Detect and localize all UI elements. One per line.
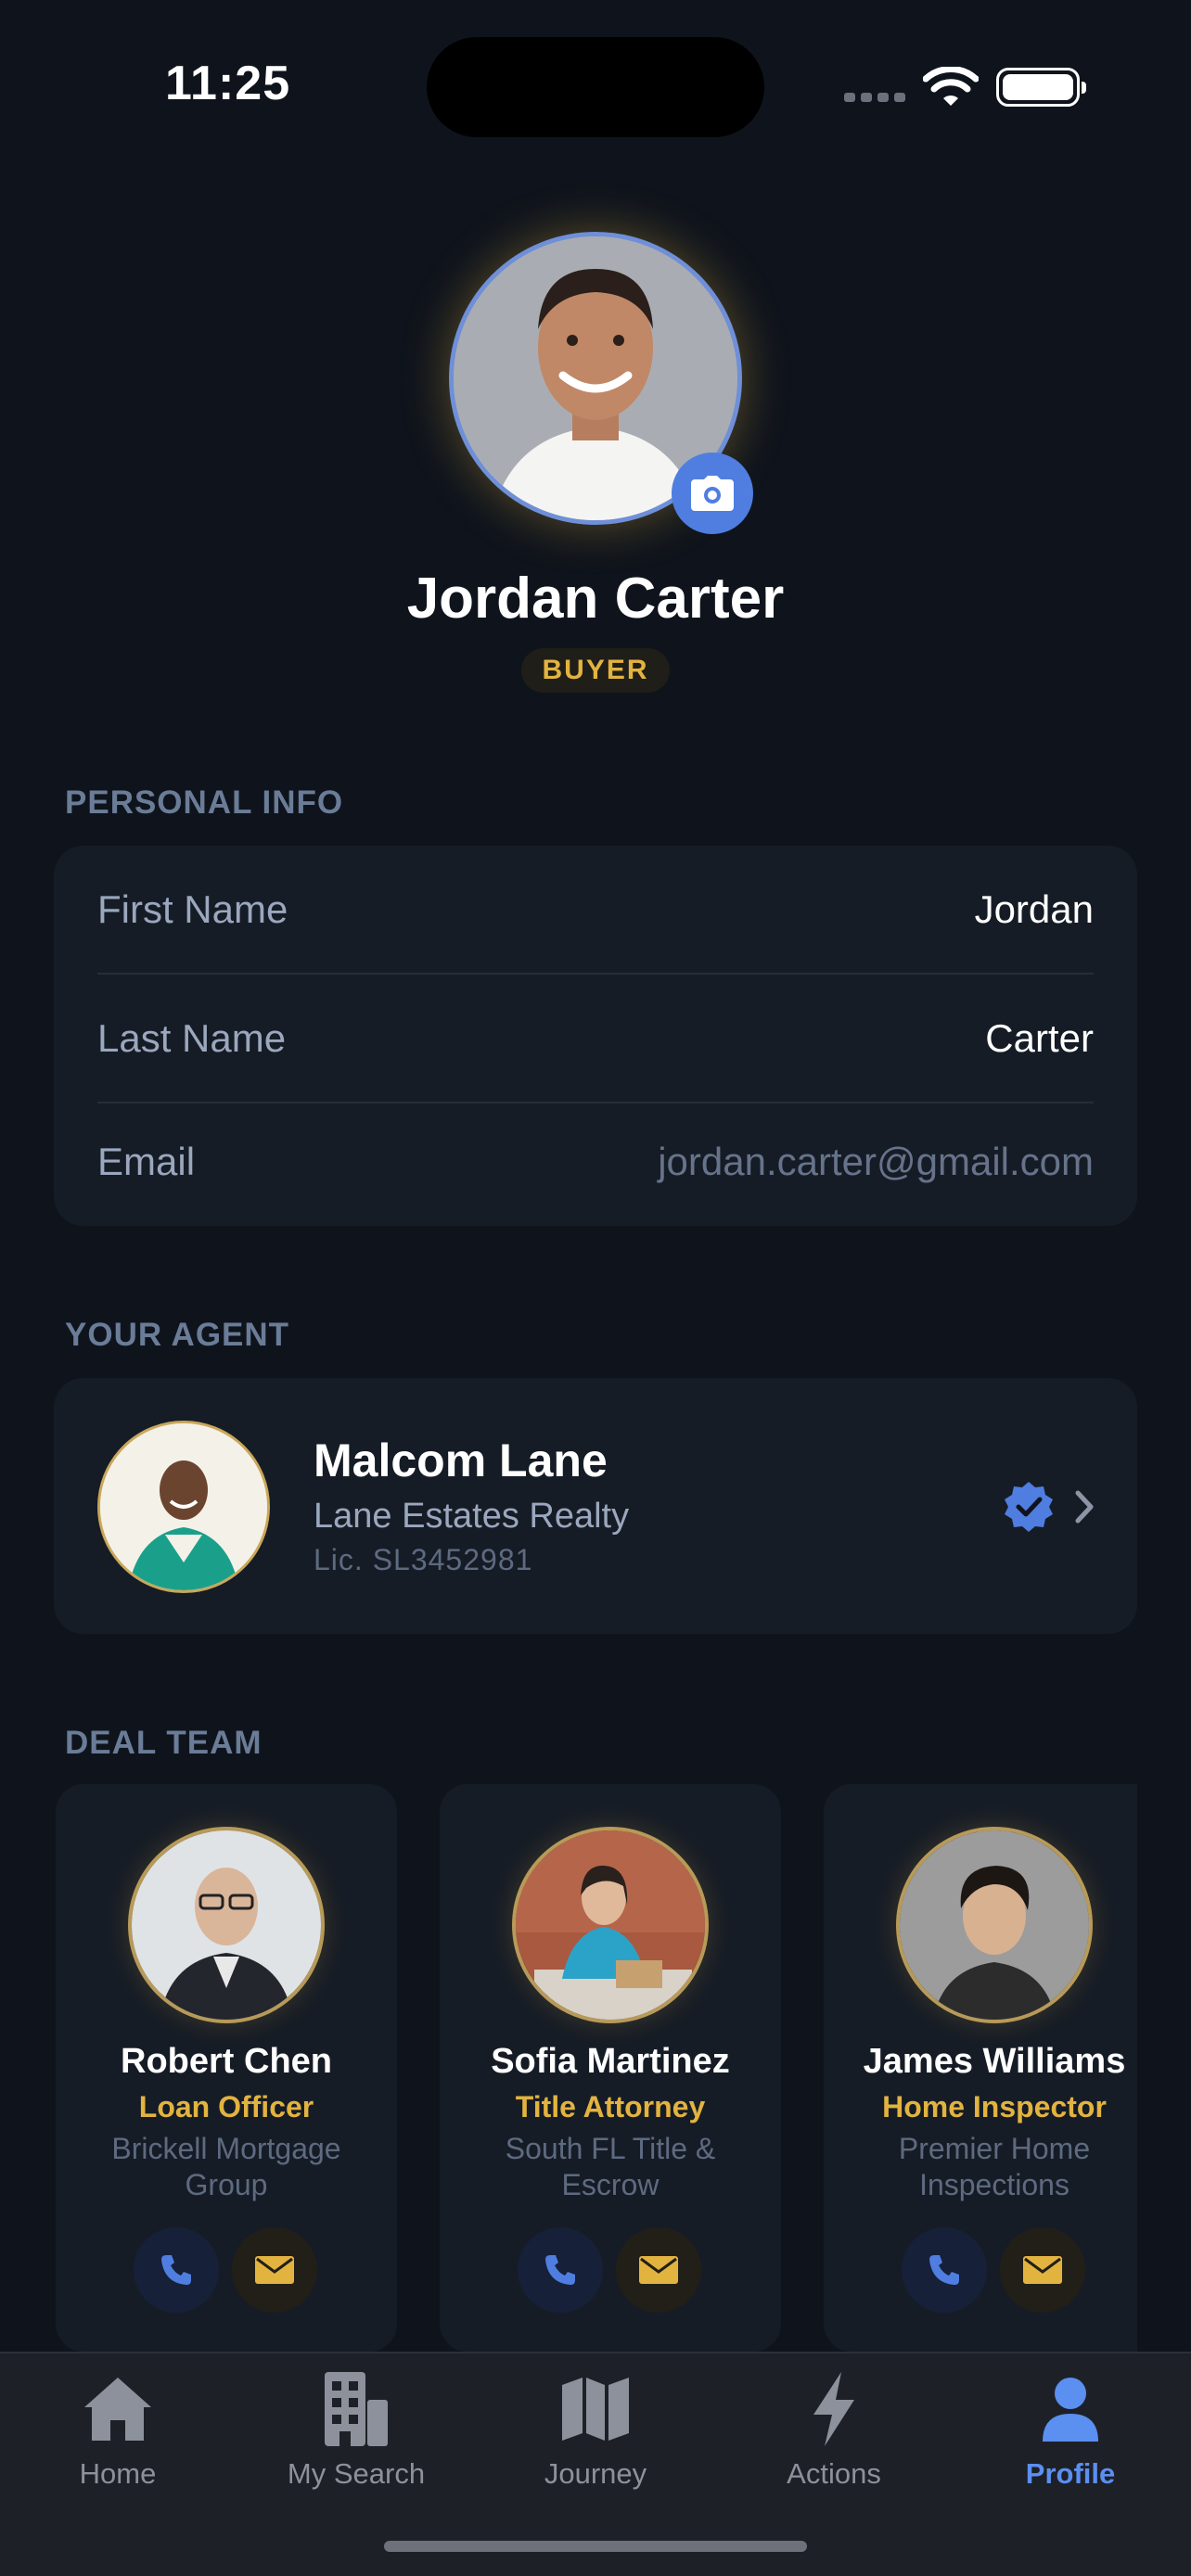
team-member-company: Brickell Mortgage Group	[111, 2132, 341, 2201]
email-button[interactable]	[232, 2227, 317, 2313]
agent-license: Lic. SL3452981	[314, 1543, 533, 1576]
your-agent-label: YOUR AGENT	[65, 1317, 290, 1353]
cellular-signal-icon	[844, 93, 905, 102]
map-icon	[562, 2378, 629, 2441]
wifi-icon	[923, 67, 979, 106]
call-button[interactable]	[902, 2227, 987, 2313]
tab-profile[interactable]: Profile	[978, 2370, 1163, 2491]
team-member-card[interactable]: Robert Chen Loan Officer Brickell Mortga…	[56, 1784, 397, 2352]
chevron-right-icon	[1075, 1490, 1094, 1524]
tab-my-search-label: My Search	[287, 2457, 426, 2490]
call-button[interactable]	[134, 2227, 219, 2313]
email-value: jordan.carter@gmail.com	[658, 1140, 1094, 1183]
agent-company: Lane Estates Realty	[314, 1497, 630, 1536]
last-name-value: Carter	[985, 1016, 1094, 1060]
email-button[interactable]	[616, 2227, 701, 2313]
role-badge: BUYER	[521, 648, 670, 693]
team-member-role: Home Inspector	[882, 2090, 1107, 2123]
bolt-icon	[813, 2372, 854, 2446]
team-member-actions	[134, 2227, 317, 2313]
first-name-label: First Name	[97, 887, 288, 931]
last-name-label: Last Name	[97, 1016, 287, 1060]
person-icon	[1043, 2378, 1098, 2442]
team-member-card[interactable]: Sofia Martinez Title Attorney South FL T…	[440, 1784, 781, 2352]
tab-journey[interactable]: Journey	[503, 2370, 688, 2491]
team-member-actions	[518, 2227, 701, 2313]
team-member-name: James Williams	[863, 2042, 1126, 2081]
team-member-actions	[902, 2227, 1085, 2313]
team-member-avatar	[512, 1827, 709, 2023]
battery-icon	[996, 68, 1086, 107]
tab-my-search[interactable]: My Search	[263, 2370, 449, 2491]
team-member-card[interactable]: James Williams Home Inspector Premier Ho…	[824, 1784, 1137, 2352]
personal-info-label: PERSONAL INFO	[65, 784, 344, 821]
house-icon	[84, 2378, 151, 2441]
team-member-avatar	[896, 1827, 1093, 2023]
agent-card[interactable]: Malcom Lane Lane Estates Realty Lic. SL3…	[54, 1378, 1137, 1634]
first-name-row[interactable]: First Name Jordan	[97, 846, 1094, 974]
team-member-company: Premier Home Inspections	[898, 2132, 1091, 2201]
envelope-icon	[1023, 2256, 1062, 2284]
camera-icon	[691, 476, 734, 511]
first-name-value: Jordan	[974, 887, 1094, 931]
team-member-company: South FL Title & Escrow	[505, 2132, 716, 2201]
phone-icon	[929, 2255, 959, 2285]
deal-team-carousel[interactable]: Robert Chen Loan Officer Brickell Mortga…	[54, 1784, 1137, 2352]
building-icon	[325, 2372, 388, 2446]
envelope-icon	[639, 2256, 678, 2284]
phone-icon	[545, 2255, 575, 2285]
agent-avatar	[97, 1421, 270, 1593]
team-member-name: Sofia Martinez	[491, 2042, 730, 2081]
dynamic-island	[427, 37, 764, 137]
tab-profile-label: Profile	[1025, 2457, 1116, 2490]
phone-icon	[161, 2255, 191, 2285]
email-row: Email jordan.carter@gmail.com	[97, 1098, 1094, 1226]
email-label: Email	[97, 1140, 196, 1183]
status-time: 11:25	[165, 57, 291, 110]
team-member-name: Robert Chen	[121, 2042, 332, 2081]
tab-actions-label: Actions	[787, 2457, 881, 2490]
home-indicator[interactable]	[384, 2541, 807, 2552]
team-member-role: Title Attorney	[515, 2090, 706, 2123]
tab-actions[interactable]: Actions	[741, 2370, 927, 2491]
envelope-icon	[255, 2256, 294, 2284]
team-member-avatar	[128, 1827, 325, 2023]
change-photo-button[interactable]	[672, 453, 753, 534]
tab-journey-label: Journey	[544, 2457, 647, 2490]
call-button[interactable]	[518, 2227, 603, 2313]
team-member-role: Loan Officer	[138, 2090, 314, 2123]
profile-name: Jordan Carter	[406, 567, 785, 631]
agent-name: Malcom Lane	[314, 1435, 608, 1486]
personal-info-card: First Name Jordan Last Name Carter Email…	[54, 846, 1137, 1226]
profile-avatar-container	[449, 232, 753, 534]
last-name-row[interactable]: Last Name Carter	[97, 975, 1094, 1103]
tab-home[interactable]: Home	[25, 2370, 211, 2491]
email-button[interactable]	[1000, 2227, 1085, 2313]
deal-team-label: DEAL TEAM	[65, 1725, 263, 1761]
verified-badge-icon	[1005, 1482, 1053, 1532]
status-bar: 11:25	[0, 0, 1191, 139]
tab-home-label: Home	[79, 2457, 157, 2490]
